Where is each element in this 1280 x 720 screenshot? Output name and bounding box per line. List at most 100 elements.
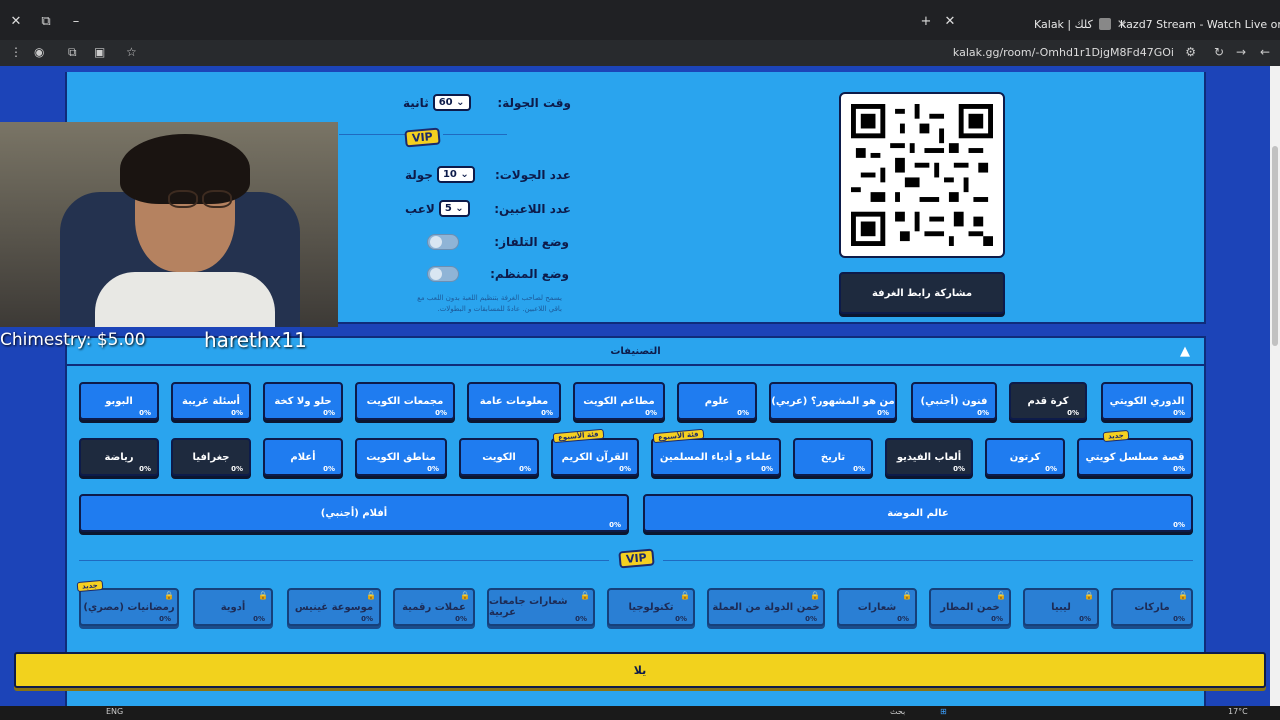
share-room-link-button[interactable]: مشاركة رابط الغرفة: [839, 272, 1005, 314]
locked-category-card[interactable]: 🔒 خمن الدولة من العملة 0%: [707, 588, 825, 626]
locked-category-card[interactable]: 🔒 خمن المطار 0%: [929, 588, 1011, 626]
players-select[interactable]: 5 ⌄: [438, 200, 470, 217]
menu-icon[interactable]: ⋮: [10, 45, 22, 59]
locked-category-card[interactable]: 🔒 تكنولوجيا 0%: [607, 588, 695, 626]
category-card[interactable]: مطاعم الكويت 0%: [573, 382, 665, 420]
rounds-select[interactable]: 10 ⌄: [436, 166, 475, 183]
tab-kick[interactable]: kazd7 Stream - Watch Live on: [1120, 14, 1280, 34]
category-card[interactable]: جغرافيا 0%: [171, 438, 251, 476]
category-card[interactable]: كرتون 0%: [985, 438, 1065, 476]
category-card[interactable]: أفلام (أجنبي) 0%: [79, 494, 629, 532]
category-progress: 0%: [323, 409, 335, 417]
category-card[interactable]: رياضة 0%: [79, 438, 159, 476]
rounds-value: 10: [442, 169, 457, 180]
lock-icon: 🔒: [680, 591, 690, 600]
lock-icon: 🔒: [1178, 591, 1188, 600]
glasses-lens: [202, 190, 232, 208]
category-progress: 0%: [1173, 409, 1185, 417]
bookmark-star-icon[interactable]: ☆: [126, 45, 137, 59]
collapse-triangle-icon[interactable]: ▲: [1180, 344, 1190, 359]
category-card[interactable]: البوبو 0%: [79, 382, 159, 420]
new-tab-icon[interactable]: +: [918, 14, 934, 29]
page-scrollbar[interactable]: [1270, 66, 1280, 706]
organizer-mode-toggle[interactable]: [427, 266, 459, 282]
category-card[interactable]: مناطق الكويت 0%: [355, 438, 447, 476]
category-card[interactable]: ألعاب الفيديو 0%: [885, 438, 973, 476]
locked-category-card[interactable]: 🔒 ليبيا 0%: [1023, 588, 1099, 626]
lock-icon: 🔒: [460, 591, 470, 600]
category-progress: 0%: [541, 409, 553, 417]
category-card[interactable]: فئة الأسبوع القرآن الكريم 0%: [551, 428, 639, 476]
language-indicator[interactable]: ENG: [106, 707, 123, 716]
locked-category-card[interactable]: 🔒 موسوعة غينيس 0%: [287, 588, 381, 626]
category-card[interactable]: الكويت 0%: [459, 438, 539, 476]
tv-mode-toggle[interactable]: [427, 234, 459, 250]
browser-tabbar: ✕ ⧉ – + ✕ Kalak | كلك ✕ kazd7 Stream - W…: [0, 0, 1280, 44]
players-value: 5: [444, 203, 452, 214]
new-badge: جديد: [76, 579, 104, 593]
locked-category-card[interactable]: 🔒 شعارات جامعات عربية 0%: [487, 588, 595, 626]
category-label: مناطق الكويت: [366, 451, 436, 463]
category-card[interactable]: أسئلة غريبة 0%: [171, 382, 251, 420]
category-label: فنون (أجنبي): [920, 395, 988, 407]
category-label: جغرافيا: [192, 451, 230, 463]
close-window-icon[interactable]: ✕: [8, 14, 24, 29]
weather-temp[interactable]: 17°C: [1228, 707, 1248, 716]
category-label: خمن الدولة من العملة: [712, 601, 820, 613]
category-card[interactable]: جديد قصة مسلسل كويتي 0%: [1077, 429, 1193, 476]
locked-category-card[interactable]: 🔒 شعارات 0%: [837, 588, 917, 626]
profile-icon[interactable]: ◉: [34, 45, 44, 59]
players-label: عدد اللاعبين:: [494, 201, 571, 216]
shirt-shape: [95, 272, 275, 327]
tab-kalak[interactable]: Kalak | كلك ✕: [1034, 14, 1127, 34]
extensions-icon[interactable]: ⧉: [68, 45, 77, 60]
locked-category-card[interactable]: 🔒 أدوية 0%: [193, 588, 273, 626]
locked-category-card[interactable]: 🔒 ماركات 0%: [1111, 588, 1193, 626]
divider: [79, 560, 609, 561]
divider: [663, 560, 1193, 561]
category-card[interactable]: معلومات عامة 0%: [467, 382, 561, 420]
category-card[interactable]: من هو المشهور؟ (عربي) 0%: [769, 382, 897, 420]
category-progress: 0%: [231, 465, 243, 473]
category-card[interactable]: الدوري الكويتي 0%: [1101, 382, 1193, 420]
windows-start-icon[interactable]: ⊞: [940, 707, 947, 716]
category-progress: 0%: [139, 465, 151, 473]
category-card[interactable]: علوم 0%: [677, 382, 757, 420]
category-progress: 0%: [737, 409, 749, 417]
category-label: البوبو: [105, 395, 133, 407]
tab-title: kazd7 Stream - Watch Live on: [1120, 17, 1280, 31]
week-category-badge: فئة الأسبوع: [552, 428, 604, 444]
translate-icon[interactable]: ▣: [94, 45, 105, 59]
page-settings-icon[interactable]: ⚙: [1185, 45, 1196, 59]
category-card[interactable]: فئة الأسبوع علماء و أدباء المسلمين 0%: [651, 428, 781, 476]
category-label: علماء و أدباء المسلمين: [659, 451, 773, 463]
category-card[interactable]: أعلام 0%: [263, 438, 343, 476]
restore-window-icon[interactable]: ⧉: [38, 14, 54, 29]
category-card[interactable]: كرة قدم 0%: [1009, 382, 1087, 420]
locked-category-card[interactable]: جديد 🔒 رمضانيات (مصري) 0%: [76, 579, 179, 626]
vip-badge: VIP: [618, 548, 655, 569]
lock-icon: 🔒: [810, 591, 820, 600]
close-tab-icon[interactable]: ✕: [942, 14, 958, 29]
start-game-button[interactable]: يلا: [14, 652, 1266, 688]
reload-icon[interactable]: ↻: [1214, 45, 1224, 59]
windows-taskbar: ENG بحث ⊞ 17°C: [0, 706, 1280, 720]
url-field[interactable]: kalak.gg/room/-Omhd1r1DjgM8Fd47GOi: [953, 46, 1174, 59]
category-card[interactable]: حلو ولا كخة 0%: [263, 382, 343, 420]
category-card[interactable]: عالم الموضة 0%: [643, 494, 1193, 532]
lock-icon: 🔒: [1084, 591, 1094, 600]
lock-icon: 🔒: [996, 591, 1006, 600]
category-card[interactable]: فنون (أجنبي) 0%: [911, 382, 997, 420]
taskbar-search[interactable]: بحث: [890, 707, 905, 716]
round-time-select[interactable]: 60 ⌄: [432, 94, 471, 111]
scrollbar-thumb[interactable]: [1272, 146, 1278, 346]
category-label: قصة مسلسل كويتي: [1085, 451, 1185, 463]
minimize-window-icon[interactable]: –: [68, 14, 84, 29]
category-card[interactable]: مجمعات الكويت 0%: [355, 382, 455, 420]
back-icon[interactable]: ←: [1260, 45, 1270, 59]
locked-category-card[interactable]: 🔒 عملات رقمية 0%: [393, 588, 475, 626]
category-card[interactable]: تاريخ 0%: [793, 438, 873, 476]
category-label: من هو المشهور؟ (عربي): [771, 395, 895, 407]
forward-icon[interactable]: →: [1236, 45, 1246, 59]
rounds-label: عدد الجولات:: [494, 167, 571, 182]
